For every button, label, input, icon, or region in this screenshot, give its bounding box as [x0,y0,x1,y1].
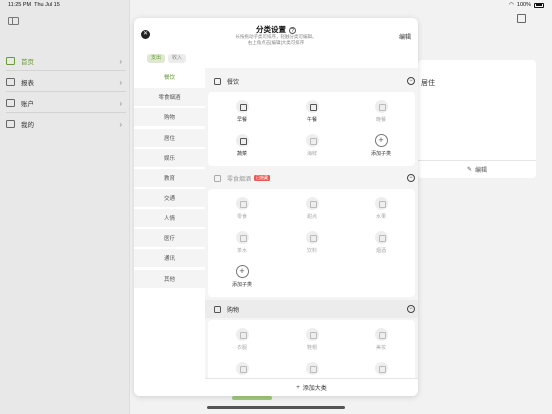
background-edit-button[interactable]: ✎ 编辑 [418,160,536,178]
category-item[interactable]: 居住 [134,129,205,147]
background-card: 居住 ✎ 编辑 [418,60,536,178]
subcategory-item[interactable]: 衣服 [212,328,272,351]
category-item[interactable]: 通讯 [134,249,205,267]
subcategory-item[interactable]: 饮料 [282,231,342,254]
snack-item-icon [235,197,249,210]
cosmetics-icon [374,328,388,341]
subcategory-item[interactable] [282,362,342,378]
subcategory-item[interactable]: 零食 [212,197,272,220]
sidebar-item-home[interactable]: 首页 › [6,52,126,70]
collapse-icon[interactable]: − [407,305,415,313]
battery-icon [534,2,544,8]
cake-icon [305,197,319,210]
category-item[interactable]: 人情 [134,209,205,227]
section-card-snacks: 零食 甜点 水果 茶水 饮料 烟酒 添加子类 [208,189,415,297]
category-item[interactable]: 零食烟酒 [134,88,205,106]
subcategory-item[interactable]: 海鲜 [282,134,342,157]
add-subcategory-button[interactable]: 添加子类 [351,134,411,157]
sidebar-item-mine[interactable]: 我的 › [6,115,126,133]
modal-hint: 长按拖动子类可排序，轻触分类可编辑。 右上角点击[编辑]大类可排序 [235,34,317,45]
category-item[interactable]: 交通 [134,189,205,207]
compose-icon[interactable] [517,14,526,23]
section-header-food[interactable]: 餐饮 − [205,72,418,90]
subcategory-item[interactable] [351,362,411,378]
status-bar: 11:25 PM Thu Jul 15 ◠ 100% [0,0,552,10]
modal-header: ✕ 分类设置? 长按拖动子类可排序，轻触分类可编辑。 右上角点击[编辑]大类可排序… [134,18,418,68]
plus-icon: + [296,384,300,391]
edit-icon: ✎ [466,167,472,173]
subcategory-item[interactable]: 甜点 [282,197,342,220]
tab-expense[interactable]: 支出 [147,54,166,63]
chevron-right-icon: › [119,119,122,129]
category-item[interactable]: 其他 [134,270,205,288]
chevron-right-icon: › [119,77,122,87]
subcategory-item[interactable]: 烟酒 [351,231,411,254]
subcategory-item[interactable]: 美妆 [351,328,411,351]
category-item[interactable]: 餐饮 [134,68,205,86]
subcategory-item[interactable]: 早餐 [212,100,272,123]
subcategory-item[interactable]: 蔬菜 [212,134,272,157]
item-icon [305,362,319,375]
category-item[interactable]: 购物 [134,108,205,126]
help-icon[interactable]: ? [289,27,296,34]
dinner-icon [374,100,388,113]
plus-icon [374,134,388,147]
add-subcategory-button[interactable]: 添加子类 [212,265,272,288]
section-card-food: 早餐 午餐 晚餐 蔬菜 海鲜 添加子类 [208,92,415,166]
subcategory-item[interactable]: 午餐 [282,100,342,123]
lunch-icon [305,100,319,113]
category-item[interactable]: 医疗 [134,229,205,247]
status-time: 11:25 PM Thu Jul 15 [8,2,60,8]
cart-icon [214,305,221,313]
chevron-right-icon: › [119,56,122,66]
category-settings-modal: ✕ 分类设置? 长按拖动子类可排序，轻触分类可编辑。 右上角点击[编辑]大类可排序… [134,18,418,396]
sidebar-item-accounts[interactable]: 账户 › [6,94,126,112]
vegetable-icon [235,134,249,147]
subcategory-item[interactable]: 晚餐 [351,100,411,123]
chevron-right-icon: › [119,98,122,108]
section-header-snacks[interactable]: 零食烟酒 已隐藏 − [205,169,418,187]
item-icon [374,362,388,375]
category-list: 餐饮 零食烟酒 购物 居住 娱乐 教育 交通 人情 医疗 通讯 其他 [134,68,205,396]
wifi-icon: ◠ [509,2,514,8]
subcategory-item[interactable]: 水果 [351,197,411,220]
clothes-icon [235,328,249,341]
add-category-button[interactable]: + 添加大类 [205,378,418,396]
background-card-title: 居住 [421,80,435,87]
subcategory-item[interactable]: 鞋帽 [282,328,342,351]
seafood-icon [305,134,319,147]
home-indicator [207,406,345,409]
category-item[interactable]: 娱乐 [134,149,205,167]
account-icon [6,99,15,107]
breakfast-icon [235,100,249,113]
tea-icon [235,231,249,244]
collapse-icon[interactable]: − [407,174,415,182]
hidden-badge: 已隐藏 [254,175,271,181]
person-icon [6,120,15,128]
subcategory-panel: 餐饮 − 早餐 午餐 晚餐 蔬菜 海鲜 添加子类 零食烟酒已隐藏 − 零食 甜点… [205,68,418,396]
background-button-peek [232,396,272,400]
item-icon [235,362,249,375]
tab-income[interactable]: 收入 [168,54,187,63]
sidebar: 首页 › 报表 › 账户 › 我的 › [0,0,130,414]
subcategory-item[interactable] [212,362,272,378]
sidebar-item-reports[interactable]: 报表 › [6,73,126,91]
fruit-icon [374,197,388,210]
battery-text: 100% [516,2,531,8]
shoe-icon [305,328,319,341]
home-icon [6,57,15,65]
modal-edit-button[interactable]: 编辑 [399,32,411,41]
plus-icon [235,265,249,278]
subcategory-item[interactable]: 茶水 [212,231,272,254]
chart-icon [6,78,15,86]
collapse-icon[interactable]: − [407,77,415,85]
cocktail-icon [374,231,388,244]
category-item[interactable]: 教育 [134,169,205,187]
drink-icon [305,231,319,244]
section-header-shopping[interactable]: 购物 − [205,300,418,318]
sidebar-toggle-icon[interactable] [8,17,19,25]
food-icon [214,77,221,85]
snack-icon [214,174,221,182]
